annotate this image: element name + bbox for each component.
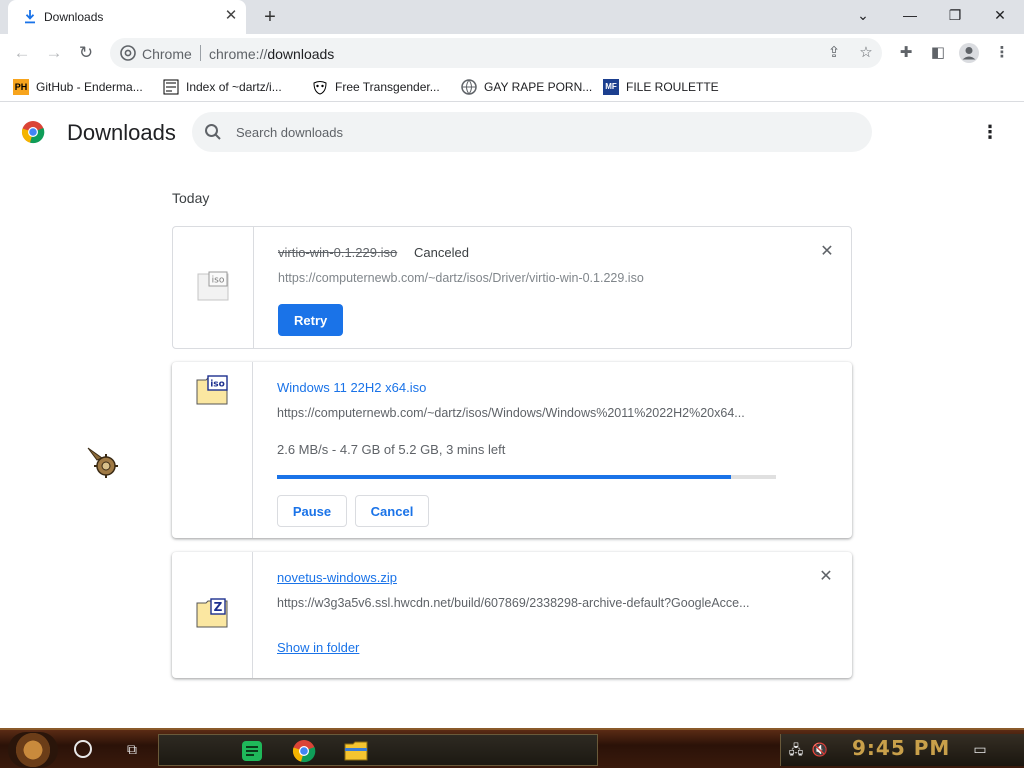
tab-search-icon[interactable]: ⌄ — [848, 4, 878, 26]
browser-toolbar: ← → ↻ Chrome chrome://downloads ⇪ ☆ ✚ ◧ … — [0, 34, 1024, 72]
chrome-taskbar-icon[interactable] — [291, 738, 317, 764]
file-badge: Z — [214, 600, 223, 614]
bookmark-free-transgender[interactable]: Free Transgender... — [312, 78, 440, 96]
file-url: https://w3g3a5v6.ssl.hwcdn.net/build/607… — [277, 596, 750, 610]
close-window-button[interactable]: ✕ — [985, 4, 1015, 26]
bookmark-label: Free Transgender... — [335, 80, 440, 94]
download-item-completed: Z novetus-windows.zip https://w3g3a5v6.s… — [172, 552, 852, 678]
folder-icon — [163, 79, 179, 95]
search-circle-icon[interactable] — [74, 740, 92, 758]
progress-bar — [277, 475, 776, 479]
notification-icon[interactable]: ▭ — [970, 740, 990, 758]
task-view-icon[interactable]: ⧉ — [122, 739, 142, 759]
address-bar[interactable]: Chrome chrome://downloads ⇪ ☆ — [110, 38, 882, 68]
site-label: Chrome — [142, 46, 192, 62]
file-name: virtio-win-0.1.229.iso — [278, 245, 398, 260]
remove-item-close-icon[interactable]: ✕ — [816, 567, 836, 587]
mf-icon: MF — [603, 79, 619, 95]
bookmarks-bar: PH GitHub - Enderma... Index of ~dartz/i… — [0, 72, 1024, 102]
tab-close-icon[interactable]: ✕ — [223, 8, 239, 24]
start-button[interactable] — [8, 732, 58, 768]
download-item-in-progress: iso Windows 11 22H2 x64.iso https://comp… — [172, 362, 852, 538]
steampunk-cursor-icon — [87, 447, 118, 478]
forward-arrow-icon[interactable]: → — [42, 41, 66, 65]
taskbar: ⧉ 🖧 🔇 9:45 PM ▭ — [0, 728, 1024, 768]
chrome-page-icon — [120, 45, 136, 61]
omnibox-divider — [200, 45, 201, 61]
file-icon-column: Z — [172, 552, 253, 678]
bookmark-index-of-dartz[interactable]: Index of ~dartz/i... — [163, 78, 282, 96]
file-name-link[interactable]: novetus-windows.zip — [277, 570, 397, 585]
pause-button[interactable]: Pause — [277, 495, 347, 527]
search-downloads-box[interactable] — [192, 112, 872, 152]
cancel-button[interactable]: Cancel — [355, 495, 429, 527]
url-path: downloads — [267, 46, 335, 62]
zip-file-icon: Z — [196, 598, 228, 628]
share-icon[interactable]: ⇪ — [824, 44, 844, 62]
bookmark-label: FILE ROULETTE — [626, 80, 719, 94]
title-bar: Downloads ✕ + ⌄ — ❐ ✕ — [0, 0, 1024, 34]
back-arrow-icon[interactable]: ← — [10, 41, 34, 65]
file-url: https://computernewb.com/~dartz/isos/Dri… — [278, 271, 644, 285]
globe-icon — [461, 79, 477, 95]
tab-title: Downloads — [44, 10, 104, 24]
reload-icon[interactable]: ↻ — [74, 41, 98, 65]
bookmark-file-roulette[interactable]: MF FILE ROULETTE — [603, 78, 719, 96]
download-item-canceled: iso virtio-win-0.1.229.iso Canceled http… — [172, 226, 852, 349]
side-panel-icon[interactable]: ◧ — [927, 42, 949, 64]
retry-button[interactable]: Retry — [278, 304, 344, 336]
url-text: chrome://downloads — [209, 46, 334, 62]
progress-bar-fill — [277, 475, 732, 479]
remove-item-close-icon[interactable]: ✕ — [817, 242, 837, 262]
volume-muted-icon[interactable]: 🔇 — [811, 741, 829, 759]
url-scheme: chrome:// — [209, 46, 268, 62]
network-icon[interactable]: 🖧 — [787, 741, 805, 759]
taskbar-apps — [158, 734, 598, 766]
bookmark-star-icon[interactable]: ☆ — [856, 44, 876, 62]
download-icon — [25, 10, 35, 24]
file-badge: iso — [212, 276, 225, 286]
restore-button[interactable]: ❐ — [940, 4, 970, 26]
profile-avatar-icon[interactable] — [958, 42, 980, 64]
show-in-folder-link[interactable]: Show in folder — [277, 640, 359, 655]
page-title: Downloads — [67, 120, 176, 145]
file-icon-column: iso — [173, 227, 254, 348]
bookmark-github[interactable]: PH GitHub - Enderma... — [13, 78, 143, 96]
bookmark-label: GAY RAPE PORN... — [484, 80, 593, 94]
bookmark-label: GitHub - Enderma... — [36, 80, 143, 94]
bookmark-label: Index of ~dartz/i... — [186, 80, 282, 94]
mask-icon — [313, 81, 327, 95]
taskbar-clock[interactable]: 9:45 PM — [852, 736, 950, 760]
browser-menu-icon[interactable]: ⋮ — [991, 42, 1013, 64]
notes-app-icon[interactable] — [239, 738, 265, 764]
extensions-puzzle-icon[interactable]: ✚ — [895, 42, 917, 64]
file-name-link[interactable]: Windows 11 22H2 x64.iso — [277, 380, 426, 395]
bookmark-globe-site[interactable]: GAY RAPE PORN... — [461, 78, 592, 96]
search-icon — [205, 124, 221, 140]
new-tab-button[interactable]: + — [258, 6, 282, 28]
progress-status-text: 2.6 MB/s - 4.7 GB of 5.2 GB, 3 mins left — [277, 442, 506, 457]
ph-icon: PH — [13, 79, 29, 95]
file-explorer-icon[interactable] — [343, 738, 369, 764]
chrome-logo-icon — [21, 121, 45, 144]
minimize-button[interactable]: — — [895, 4, 925, 26]
date-section-label: Today — [172, 190, 210, 206]
more-actions-icon[interactable]: ⋮ — [980, 120, 1000, 144]
file-icon-column: iso — [172, 362, 253, 538]
iso-file-icon: iso — [197, 271, 229, 301]
file-badge: iso — [210, 380, 225, 390]
status-badge: Canceled — [414, 245, 469, 260]
tab-downloads[interactable]: Downloads ✕ — [8, 0, 246, 34]
iso-file-icon: iso — [196, 375, 228, 405]
search-input[interactable] — [236, 122, 836, 142]
downloads-header: Downloads ⋮ — [0, 103, 1024, 159]
file-url: https://computernewb.com/~dartz/isos/Win… — [277, 406, 745, 420]
